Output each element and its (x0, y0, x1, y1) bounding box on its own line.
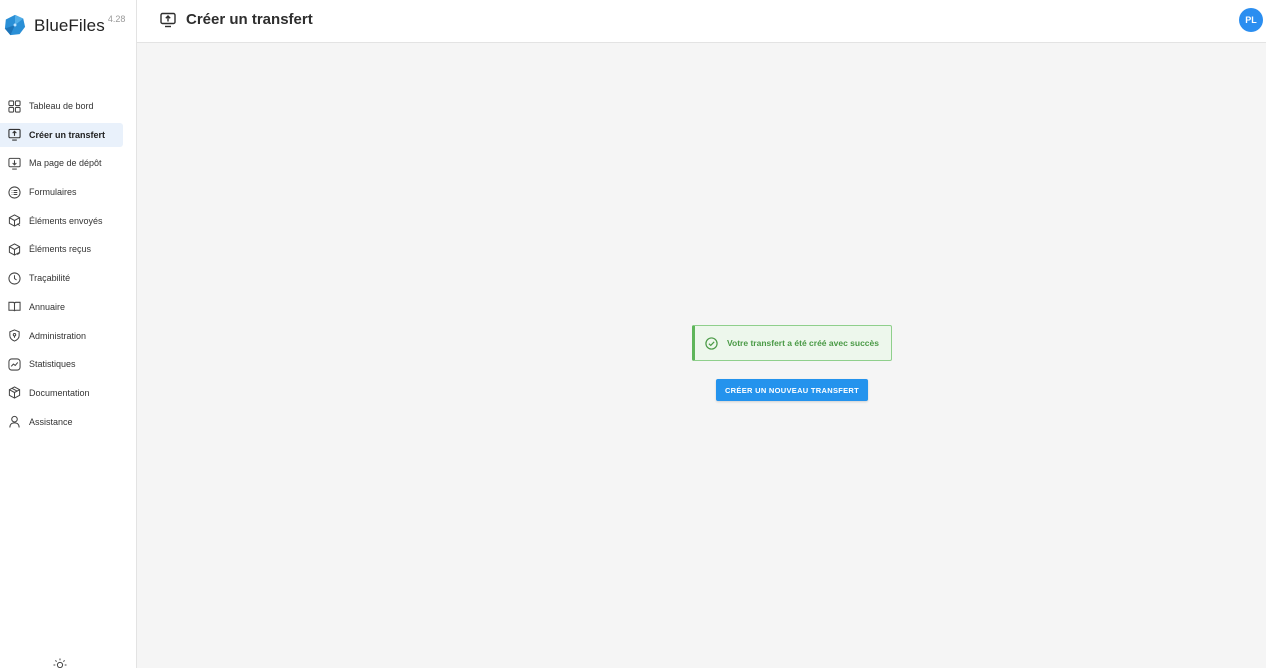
sidebar-item-statistiques[interactable]: Statistiques (0, 352, 123, 376)
chart-line-icon (8, 358, 21, 371)
sun-icon (53, 658, 67, 668)
sidebar-item-label: Traçabilité (29, 273, 71, 284)
brand-name: BlueFiles (34, 16, 105, 35)
sidebar-item-creer-un-transfert[interactable]: Créer un transfert (0, 122, 123, 147)
sidebar-item-label: Annuaire (29, 301, 66, 312)
sidebar-item-label: Formulaires (29, 187, 77, 198)
person-icon (8, 415, 21, 428)
clock-icon (8, 272, 21, 285)
sidebar-item-label: Documentation (29, 387, 90, 398)
package-icon (8, 386, 21, 400)
form-list-icon (8, 185, 21, 199)
brand[interactable]: BlueFiles 4.28 (4, 12, 125, 38)
sidebar-item-label: Créer un transfert (29, 129, 106, 140)
sidebar-item-tracabilite[interactable]: Traçabilité (0, 266, 123, 290)
sidebar-item-label: Statistiques (29, 359, 76, 370)
sidebar-item-label: Administration (29, 330, 87, 341)
sidebar-item-label: Tableau de bord (29, 101, 94, 111)
sidebar-item-ma-page-de-depot[interactable]: Ma page de dépôt (0, 151, 123, 175)
success-alert-text: Votre transfert a été créé avec succès (727, 338, 879, 348)
brand-version: 4.28 (107, 14, 126, 24)
sidebar-item-label: Ma page de dépôt (29, 158, 102, 169)
create-new-transfer-button[interactable]: CRÉER UN NOUVEAU TRANSFERT (716, 379, 868, 401)
theme-toggle-button[interactable] (53, 658, 67, 668)
sidebar-item-documentation[interactable]: Documentation (0, 381, 123, 405)
sidebar-item-elements-recus[interactable]: Éléments reçus (0, 237, 123, 261)
dashboard-grid-icon (8, 99, 21, 113)
app: BlueFiles 4.28 Tableau de bord Créer un … (0, 0, 1266, 668)
sidebar-item-label: Éléments reçus (29, 244, 92, 255)
avatar[interactable]: PL (1239, 8, 1263, 32)
sidebar-item-administration[interactable]: Administration (0, 324, 123, 348)
book-icon (8, 300, 21, 313)
package-sent-icon (8, 214, 21, 227)
page-title: Créer un transfert (186, 11, 313, 28)
sidebar-item-annuaire[interactable]: Annuaire (0, 295, 123, 319)
upload-monitor-icon (8, 128, 21, 141)
package-received-icon (8, 243, 21, 256)
top-header: Créer un transfert PL (137, 0, 1266, 43)
sidebar-item-label: Assistance (29, 416, 73, 427)
upload-monitor-icon (160, 12, 176, 28)
sidebar-item-assistance[interactable]: Assistance (0, 410, 123, 434)
download-monitor-icon (8, 157, 21, 170)
sidebar-item-tableau-de-bord[interactable]: Tableau de bord (0, 94, 123, 118)
main-content: Votre transfert a été créé avec succès C… (137, 43, 1266, 668)
sidebar-item-elements-envoyes[interactable]: Éléments envoyés (0, 209, 123, 233)
sidebar: BlueFiles 4.28 Tableau de bord Créer un … (0, 0, 137, 668)
bluefiles-logo-icon (4, 14, 26, 36)
shield-icon (8, 329, 21, 342)
success-alert: Votre transfert a été créé avec succès (692, 325, 892, 361)
sidebar-item-label: Éléments envoyés (29, 215, 103, 226)
sidebar-item-formulaires[interactable]: Formulaires (0, 180, 123, 204)
sidebar-nav: Tableau de bord Créer un transfert Ma pa… (0, 94, 137, 438)
check-circle-icon (705, 336, 718, 350)
